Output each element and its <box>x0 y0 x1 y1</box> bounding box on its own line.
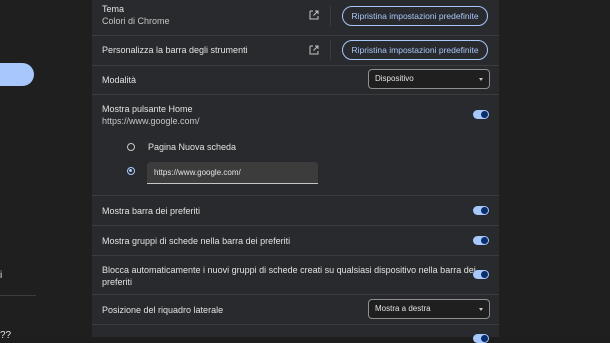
tab-groups-row: Mostra gruppi di schede nella barra dei … <box>92 225 499 255</box>
toggle-knob <box>481 237 488 244</box>
chevron-down-icon <box>479 78 483 81</box>
theme-value: Colori di Chrome <box>102 16 170 26</box>
sidebar-item-appearance[interactable] <box>0 63 34 86</box>
tab-groups-toggle[interactable] <box>473 236 489 245</box>
toolbar-reset-button[interactable]: Ripristina impostazioni predefinite <box>342 40 488 60</box>
toggle-knob <box>481 335 488 342</box>
side-panel-select-value: Mostra a destra <box>375 304 431 313</box>
divider <box>330 6 331 26</box>
sidebar-divider <box>0 295 36 296</box>
toggle-knob <box>481 111 488 118</box>
toggle-knob <box>481 207 488 214</box>
chevron-down-icon <box>479 308 483 311</box>
mode-select-value: Dispositivo <box>375 74 414 83</box>
bookmarks-bar-label: Mostra barra dei preferiti <box>102 206 201 216</box>
custom-url-radio[interactable] <box>127 167 135 175</box>
auto-pin-row: Blocca automaticamente i nuovi gruppi di… <box>92 255 499 294</box>
mode-row: Modalità Dispositivo <box>92 65 499 94</box>
next-setting-row <box>92 324 499 343</box>
theme-row: Tema Colori di Chrome Ripristina imposta… <box>92 0 499 35</box>
side-panel-select[interactable]: Mostra a destra <box>368 299 490 319</box>
auto-pin-label-line1: Blocca automaticamente i nuovi gruppi di… <box>102 265 476 275</box>
side-panel-row: Posizione del riquadro laterale Mostra a… <box>92 294 499 324</box>
tab-groups-label: Mostra gruppi di schede nella barra dei … <box>102 236 291 246</box>
customize-toolbar-row: Personalizza la barra degli strumenti Ri… <box>92 35 499 65</box>
page-background <box>499 0 610 337</box>
auto-pin-label-line2: preferiti <box>102 277 133 287</box>
bookmarks-bar-toggle[interactable] <box>473 206 489 215</box>
open-in-new-icon[interactable] <box>308 44 320 56</box>
open-in-new-icon[interactable] <box>308 9 320 21</box>
sidebar-item-label[interactable]: i <box>0 270 2 281</box>
mode-select[interactable]: Dispositivo <box>368 69 490 89</box>
home-button-toggle[interactable] <box>473 110 489 119</box>
mode-label: Modalità <box>102 75 137 85</box>
home-url-input[interactable]: https://www.google.com/ <box>147 162 318 184</box>
bookmarks-bar-row: Mostra barra dei preferiti <box>92 195 499 225</box>
new-tab-radio[interactable] <box>127 143 135 151</box>
auto-pin-toggle[interactable] <box>473 270 489 279</box>
side-panel-label: Posizione del riquadro laterale <box>102 305 224 315</box>
sidebar-item-label[interactable]: ?? <box>0 330 11 341</box>
appearance-settings-panel: Tema Colori di Chrome Ripristina imposta… <box>92 0 499 343</box>
customize-toolbar-label: Personalizza la barra degli strumenti <box>102 45 248 55</box>
next-setting-toggle[interactable] <box>473 334 489 343</box>
sidebar: i ?? <box>0 0 92 341</box>
home-button-label: Mostra pulsante Home <box>102 104 193 114</box>
divider <box>330 40 331 60</box>
new-tab-label: Pagina Nuova scheda <box>148 142 237 152</box>
theme-label: Tema <box>102 4 125 14</box>
theme-reset-button[interactable]: Ripristina impostazioni predefinite <box>342 6 488 26</box>
toggle-knob <box>481 271 488 278</box>
home-button-url: https://www.google.com/ <box>102 116 200 126</box>
